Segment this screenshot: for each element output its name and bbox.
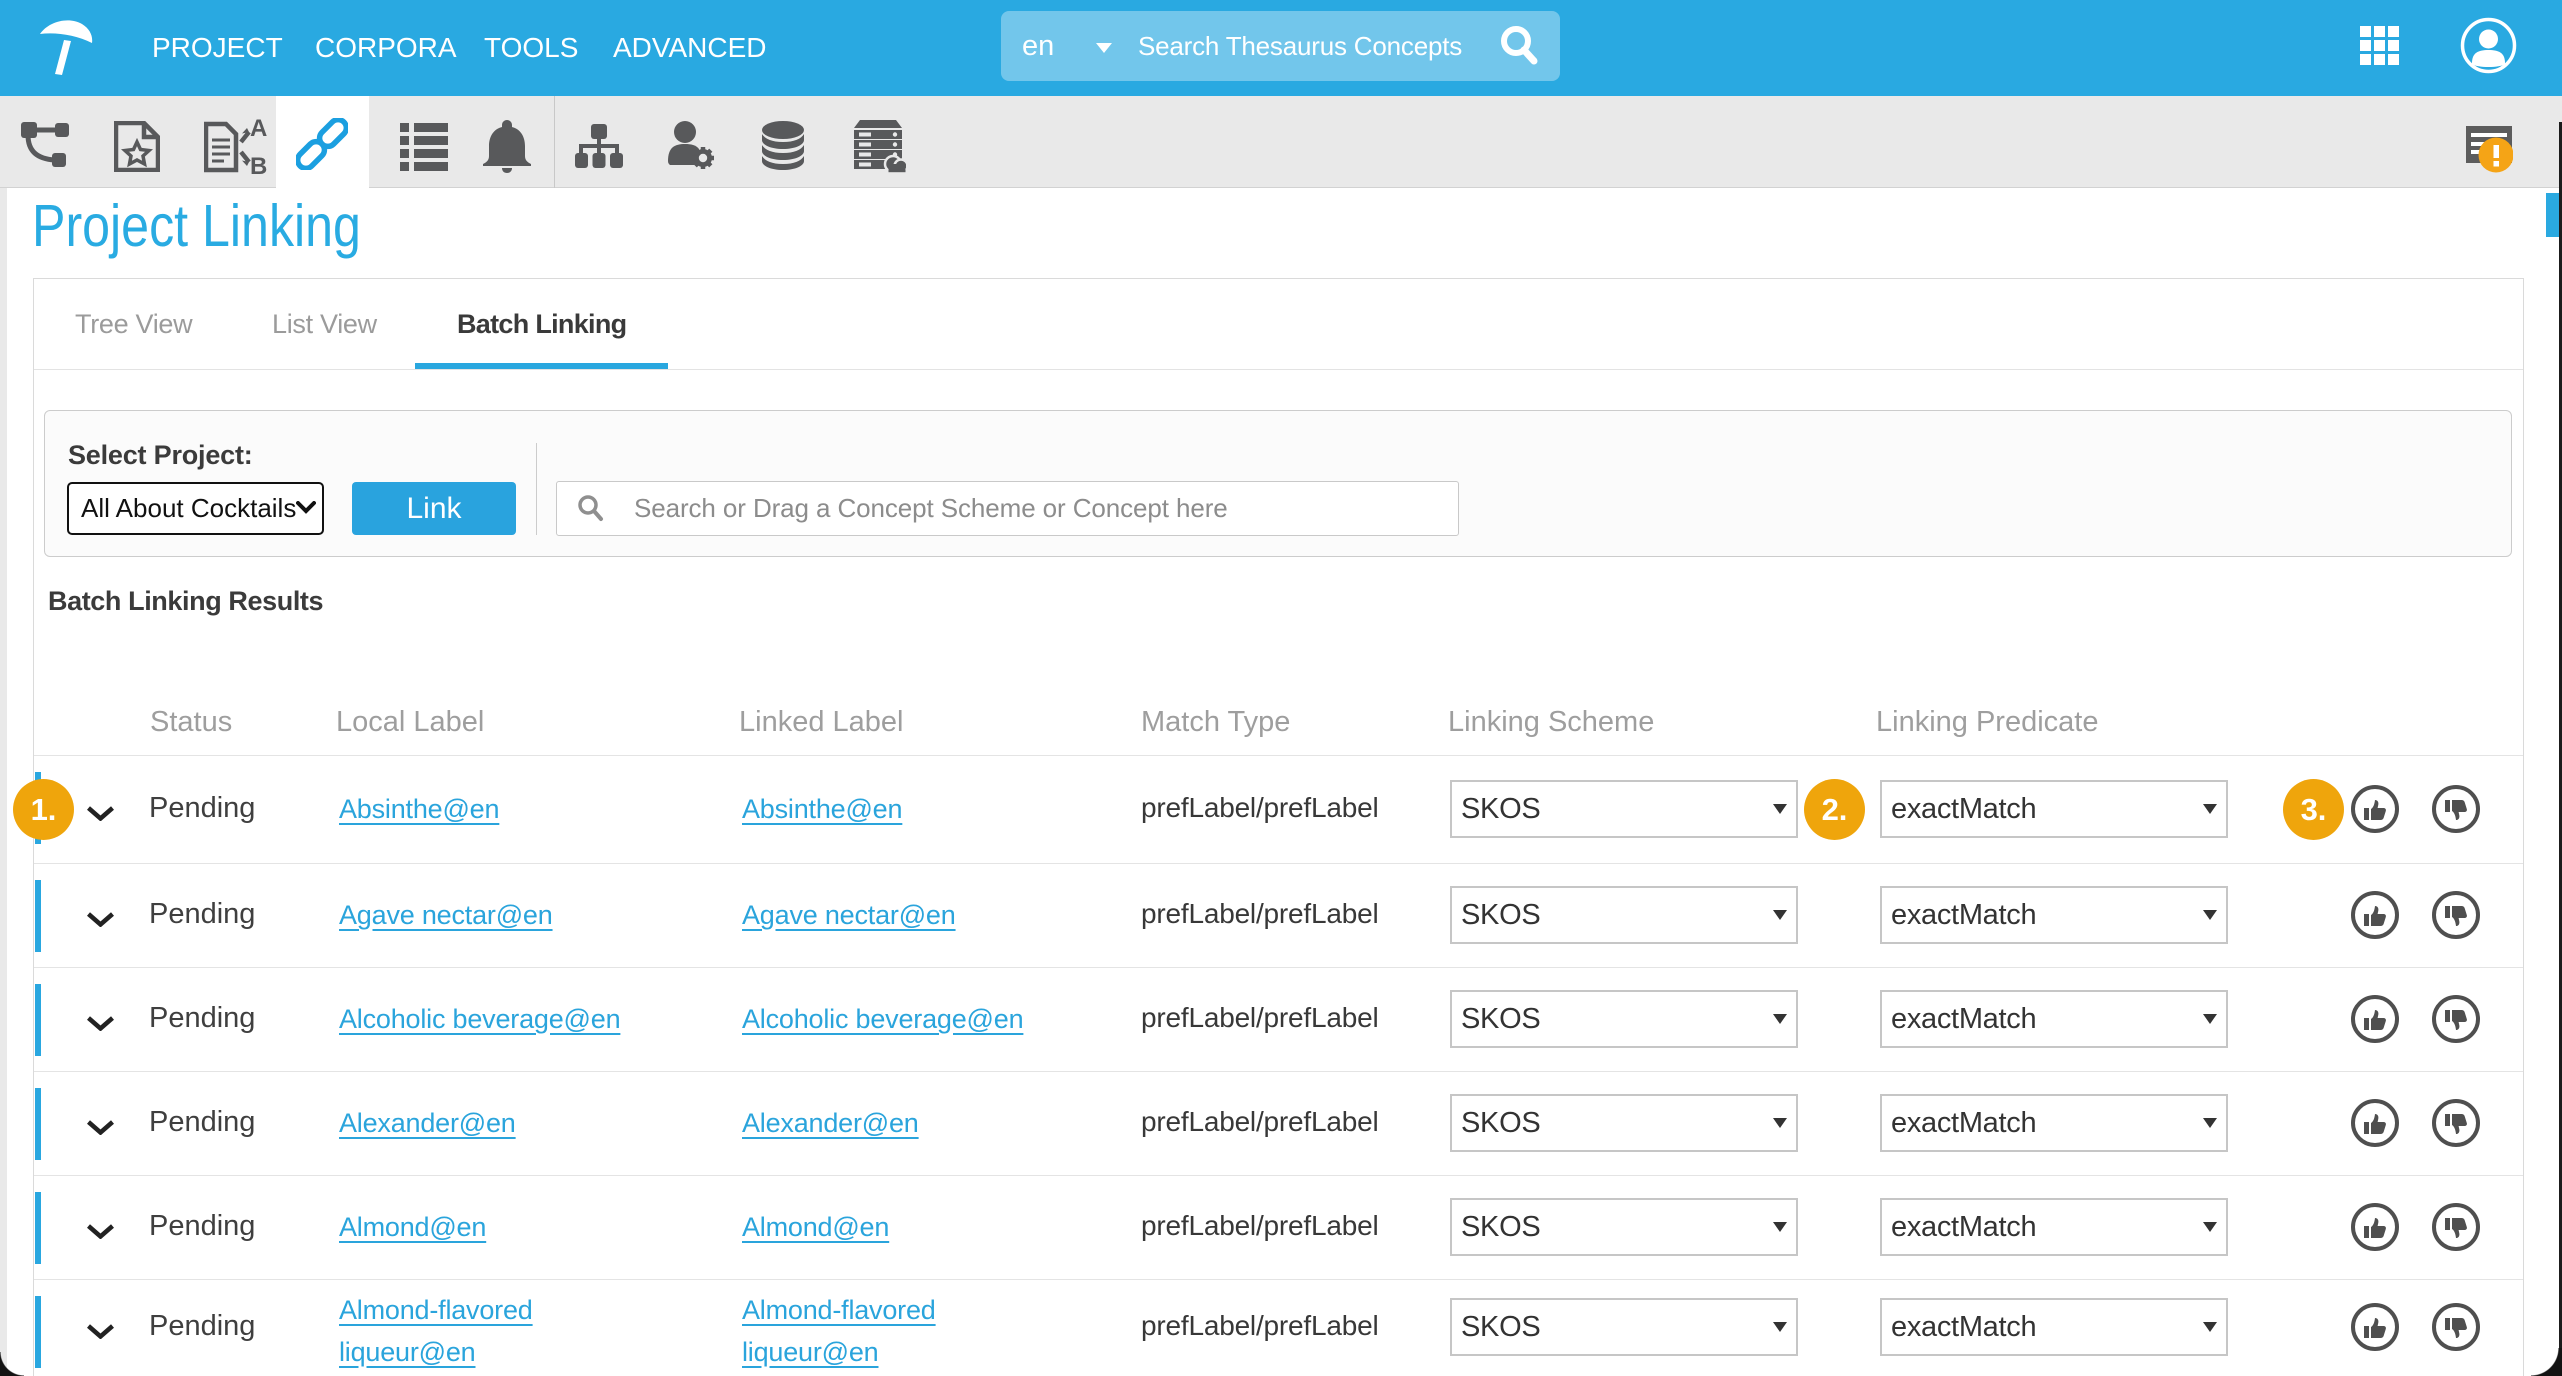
svg-text:B: B	[250, 153, 267, 176]
svg-text:A: A	[250, 118, 267, 142]
